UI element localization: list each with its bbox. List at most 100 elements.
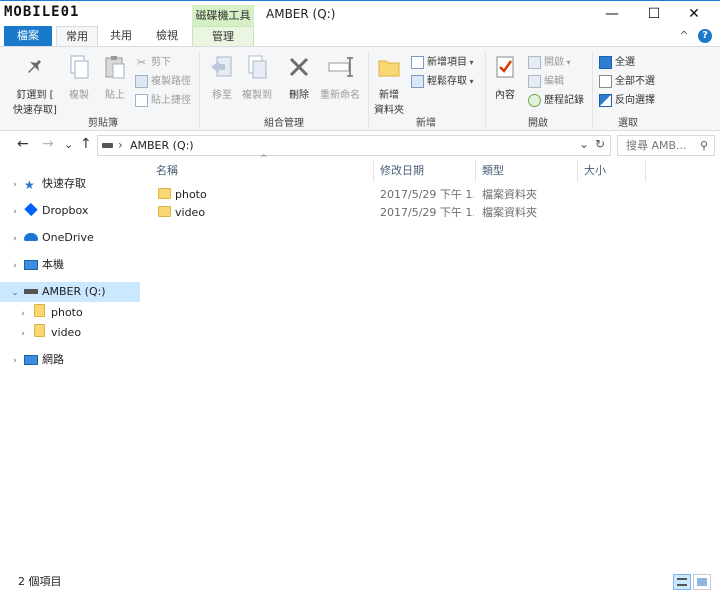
move-to-icon xyxy=(211,56,232,77)
easy-access-dropdown-icon: ▾ xyxy=(467,77,474,86)
properties-button[interactable]: 內容 xyxy=(489,53,521,101)
expand-chevron-icon[interactable]: › xyxy=(10,175,20,195)
delete-button[interactable]: 刪除 xyxy=(284,53,314,101)
item-count: 2 個項目 xyxy=(18,575,62,588)
easy-access-label: 輕鬆存取 xyxy=(427,76,467,87)
pin-quick-access-button[interactable]: 釘選到 [ 快速存取] xyxy=(8,53,62,116)
tab-file[interactable]: 檔案 xyxy=(4,26,52,46)
column-header-type[interactable]: 類型 xyxy=(476,160,578,182)
column-header-name[interactable]: 名稱 xyxy=(150,160,374,182)
minimize-button[interactable]: — xyxy=(594,1,630,27)
column-header-date[interactable]: 修改日期 xyxy=(374,160,476,182)
tab-share[interactable]: 共用 xyxy=(100,26,142,46)
large-icons-view-button[interactable] xyxy=(693,574,711,590)
copy-path-icon xyxy=(135,74,148,88)
folder-icon xyxy=(34,304,45,317)
nav-item-network[interactable]: › 網路 xyxy=(0,350,140,370)
back-button[interactable]: ← xyxy=(17,136,29,152)
tab-manage[interactable]: 管理 xyxy=(192,26,254,46)
file-name-cell: photo xyxy=(158,186,373,204)
expand-chevron-icon[interactable]: › xyxy=(10,256,20,276)
copy-label: 複製 xyxy=(69,90,89,101)
nav-item-onedrive[interactable]: › OneDrive xyxy=(0,228,140,248)
new-item-label: 新增項目 xyxy=(427,57,467,68)
collapse-ribbon-icon[interactable]: ^ xyxy=(676,26,692,46)
nav-item-dropbox[interactable]: › Dropbox xyxy=(0,201,140,221)
open-button[interactable]: 開啟 ▾ xyxy=(528,53,571,69)
new-item-icon xyxy=(411,55,424,69)
new-folder-label-2: 資料夾 xyxy=(374,105,404,116)
select-all-button[interactable]: 全選 xyxy=(599,53,635,69)
rename-button[interactable]: 重新命名 xyxy=(316,53,364,101)
forward-button[interactable]: → xyxy=(42,136,54,152)
network-icon xyxy=(24,355,38,365)
tab-view[interactable]: 檢視 xyxy=(146,26,188,46)
invert-selection-label: 反向選擇 xyxy=(615,95,655,106)
star-icon: ★ xyxy=(24,178,35,192)
ribbon-separator xyxy=(199,51,200,129)
search-placeholder: 搜尋 AMB... xyxy=(626,139,687,152)
properties-label: 內容 xyxy=(495,90,515,101)
paste-shortcut-icon xyxy=(135,93,148,107)
ribbon-separator xyxy=(485,51,486,129)
address-box[interactable]: › AMBER (Q:) ⌄ ↻ xyxy=(97,135,611,156)
refresh-icon[interactable]: ↻ xyxy=(595,137,605,151)
close-button[interactable]: ✕ xyxy=(676,1,712,27)
nav-item-photo[interactable]: › photo xyxy=(0,303,140,323)
collapse-chevron-icon[interactable]: ⌄ xyxy=(10,283,20,303)
select-none-label: 全部不選 xyxy=(615,76,655,87)
paste-shortcut-label: 貼上捷徑 xyxy=(151,95,191,106)
nav-item-quick-access[interactable]: › ★ 快速存取 xyxy=(0,174,140,194)
select-all-label: 全選 xyxy=(615,57,635,68)
move-to-button[interactable]: 移至 xyxy=(204,53,240,101)
pin-label-1: 釘選到 [ xyxy=(16,90,54,101)
column-header-size[interactable]: 大小 xyxy=(578,160,646,182)
nav-item-label: photo xyxy=(51,306,83,319)
nav-item-label: OneDrive xyxy=(42,231,94,244)
file-row[interactable]: photo 2017/5/29 下午 1... 檔案資料夾 xyxy=(150,186,650,204)
select-none-button[interactable]: 全部不選 xyxy=(599,72,655,88)
up-button[interactable]: ↑ xyxy=(80,136,92,152)
nav-item-this-pc[interactable]: › 本機 xyxy=(0,255,140,275)
paste-shortcut-button[interactable]: 貼上捷徑 xyxy=(135,91,191,107)
history-button[interactable]: 歷程記錄 xyxy=(528,91,584,107)
tab-home[interactable]: 常用 xyxy=(56,26,98,46)
new-item-button[interactable]: 新增項目 ▾ xyxy=(411,53,474,69)
copy-path-button[interactable]: 複製路徑 xyxy=(135,72,191,88)
help-icon[interactable]: ? xyxy=(698,29,712,43)
copy-to-button[interactable]: 複製到 xyxy=(238,53,276,101)
title-bar: MOBILE01 磁碟機工具 AMBER (Q:) — ☐ ✕ xyxy=(0,0,720,27)
maximize-button[interactable]: ☐ xyxy=(636,1,672,27)
delete-label: 刪除 xyxy=(289,90,309,101)
ribbon-separator xyxy=(368,51,369,129)
drive-icon xyxy=(24,289,38,294)
open-label: 開啟 xyxy=(544,57,564,68)
easy-access-button[interactable]: 輕鬆存取 ▾ xyxy=(411,72,474,88)
expand-chevron-icon[interactable]: › xyxy=(18,304,28,324)
new-folder-button[interactable]: 新增 資料夾 xyxy=(370,53,408,116)
expand-chevron-icon[interactable]: › xyxy=(18,324,28,344)
invert-selection-button[interactable]: 反向選擇 xyxy=(599,91,655,107)
scissors-icon: ✂ xyxy=(136,55,147,69)
cut-button[interactable]: ✂ 剪下 xyxy=(135,53,171,69)
copy-button[interactable]: 複製 xyxy=(62,53,96,101)
address-dropdown-icon[interactable]: ⌄ xyxy=(579,137,589,151)
edit-button[interactable]: 編輯 xyxy=(528,72,564,88)
search-input[interactable]: 搜尋 AMB... ⚲ xyxy=(617,135,715,156)
dropbox-icon xyxy=(24,202,38,217)
recent-locations-button[interactable]: ⌄ xyxy=(64,138,73,151)
expand-chevron-icon[interactable]: › xyxy=(10,351,20,371)
pin-label-2: 快速存取] xyxy=(13,105,57,116)
drive-tools-context-tab[interactable]: 磁碟機工具 xyxy=(192,5,254,27)
expand-chevron-icon[interactable]: › xyxy=(10,202,20,222)
paste-button[interactable]: 貼上 xyxy=(98,53,132,101)
open-dropdown-icon: ▾ xyxy=(564,58,571,67)
details-view-button[interactable] xyxy=(673,574,691,590)
file-row[interactable]: video 2017/5/29 下午 1... 檔案資料夾 xyxy=(150,204,650,222)
expand-chevron-icon[interactable]: › xyxy=(10,229,20,249)
folder-icon xyxy=(158,188,171,199)
new-folder-icon xyxy=(378,60,400,77)
nav-item-amber-drive[interactable]: ⌄ AMBER (Q:) xyxy=(0,282,140,302)
organize-group-label: 組合管理 xyxy=(264,118,304,129)
nav-item-video[interactable]: › video xyxy=(0,323,140,343)
